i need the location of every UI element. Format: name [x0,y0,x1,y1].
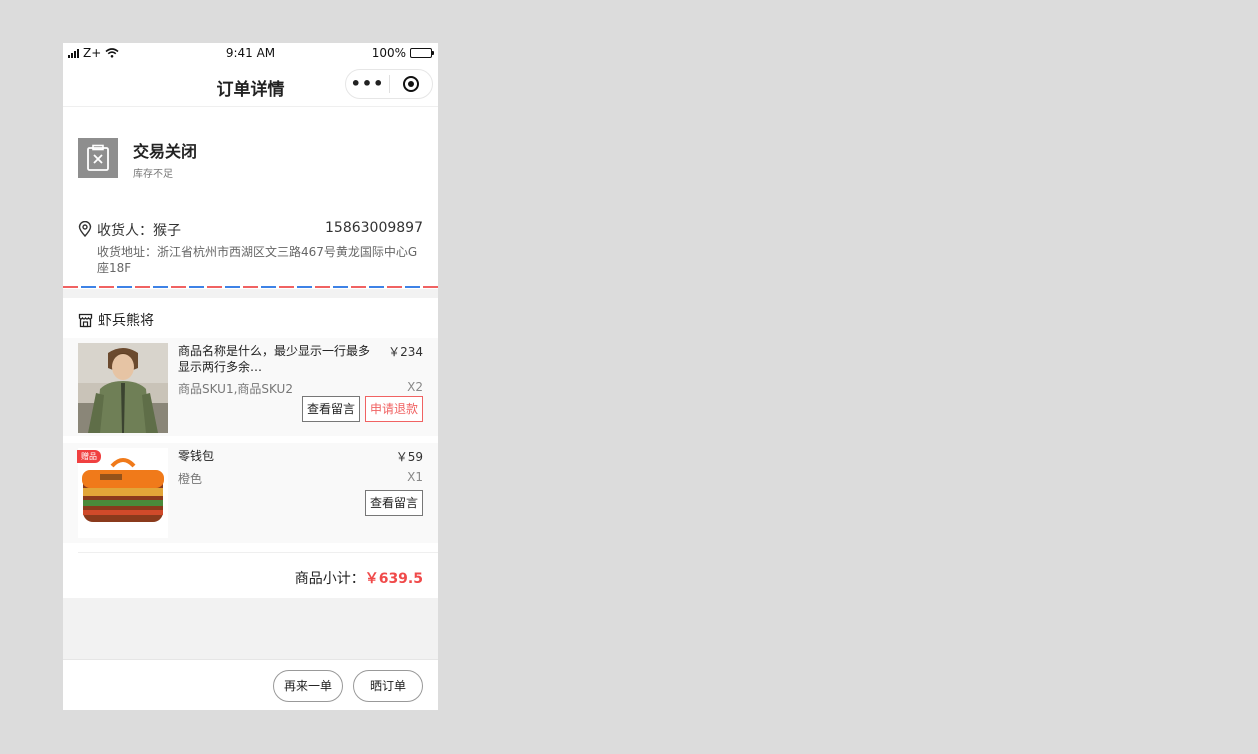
product-image-jacket[interactable] [78,343,168,433]
item-quantity: X2 [407,380,423,394]
location-pin-icon [78,221,92,237]
shop-header[interactable]: 虾兵熊将 [78,310,154,330]
item-price: ￥59 [395,450,423,464]
item-price: ￥234 [388,345,423,359]
shop-section: 虾兵熊将 商品名称是什么，最少显示一行最多显示两行多余… ￥234 商品SKU1… [63,298,438,598]
gift-badge: 赠品 [77,450,101,463]
order-status-title: 交易关闭 [133,142,198,161]
share-order-button[interactable]: 晒订单 [353,670,423,702]
more-button[interactable]: ••• [346,70,389,98]
item-name: 零钱包 [178,449,215,463]
nav-bar: 订单详情 ••• [63,64,438,107]
battery-percent: 100% [371,46,406,60]
store-icon [78,313,93,327]
item-sku: 橙色 [178,472,203,486]
order-status-reason: 库存不足 [133,169,173,180]
item-name: 商品名称是什么，最少显示一行最多显示两行多余… [178,344,371,374]
item-sku: 商品SKU1,商品SKU2 [178,382,293,396]
close-button[interactable] [390,75,432,93]
apply-refund-button[interactable]: 申请退款 [365,396,423,422]
status-bar: Z+ 9:41 AM 100% [63,43,438,64]
envelope-stripe-divider [63,286,438,288]
battery-icon [410,48,434,58]
reorder-button[interactable]: 再来一单 [273,670,343,702]
receiver-name: 收货人：猴子 [97,223,181,239]
mini-program-capsule: ••• [345,69,433,99]
subtotal: 商品小计：￥639.5 [295,568,423,588]
order-item[interactable]: 赠品 零钱包 ￥59 橙色 X1 查看留言 [63,443,438,543]
phone-screen: Z+ 9:41 AM 100% 订单详情 ••• 交易关闭 库存不足 收货人：猴… [63,43,438,710]
receiver-phone: 15863009897 [325,220,423,236]
view-message-button[interactable]: 查看留言 [365,490,423,516]
target-icon [402,76,419,92]
order-closed-icon [78,138,118,178]
shop-name: 虾兵熊将 [98,313,154,329]
shipping-address: 收货地址：浙江省杭州市西湖区文三路467号黄龙国际中心G座18F [97,245,418,275]
subtotal-amount: ￥639.5 [364,571,423,587]
bottom-action-bar: 再来一单 晒订单 [63,659,438,710]
order-item[interactable]: 商品名称是什么，最少显示一行最多显示两行多余… ￥234 商品SKU1,商品SK… [63,338,438,436]
address-section[interactable]: 收货人：猴子 15863009897 收货地址：浙江省杭州市西湖区文三路467号… [63,203,438,289]
item-quantity: X1 [407,470,423,484]
view-message-button[interactable]: 查看留言 [302,396,360,422]
order-status-section: 交易关闭 库存不足 [63,107,438,203]
subtotal-label: 商品小计： [294,571,365,587]
status-right: 100% [371,46,434,60]
subtotal-divider [78,552,438,553]
